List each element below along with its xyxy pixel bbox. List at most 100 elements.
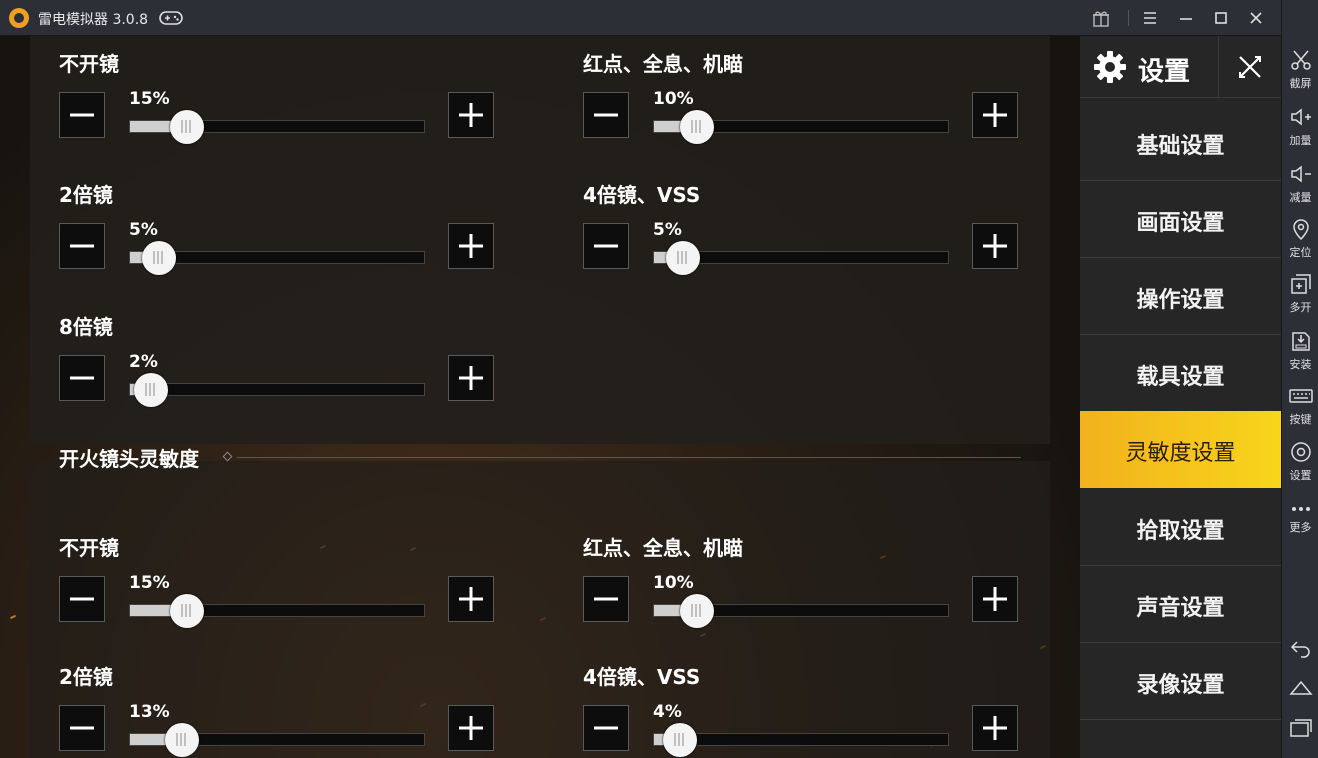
settings-menu-item[interactable]: 载具设置	[1080, 335, 1281, 412]
plus-icon	[983, 103, 1007, 127]
sensitivity-slider[interactable]	[129, 241, 425, 275]
slider-value: 5%	[129, 220, 158, 240]
increase-button[interactable]	[448, 576, 494, 622]
slider-thumb[interactable]	[133, 373, 168, 407]
plus-icon	[459, 366, 483, 390]
slider-value: 10%	[653, 573, 694, 593]
decrease-button[interactable]	[59, 92, 105, 138]
decrease-button[interactable]	[59, 576, 105, 622]
menu-icon[interactable]	[1139, 7, 1161, 29]
settings-menu-label: 灵敏度设置	[1125, 441, 1236, 466]
app-logo-icon	[9, 8, 29, 28]
increase-button[interactable]	[448, 705, 494, 751]
slider-value: 15%	[129, 89, 170, 109]
toolbar-label: 多开	[1289, 301, 1312, 314]
volume-up-button[interactable]: 加量	[1282, 99, 1318, 155]
sensitivity-slider[interactable]	[653, 110, 949, 144]
slider-label: 4倍镜、VSS	[583, 183, 701, 207]
volume-down-button[interactable]: 减量	[1282, 156, 1318, 212]
volume-down-icon	[1291, 165, 1311, 183]
toolbar-label: 安装	[1289, 358, 1312, 371]
close-icon[interactable]	[1245, 7, 1267, 29]
settings-menu-item[interactable]: 画面设置	[1080, 181, 1281, 258]
decrease-button[interactable]	[583, 705, 629, 751]
decrease-button[interactable]	[59, 223, 105, 269]
slider-thumb[interactable]	[680, 110, 715, 144]
sensitivity-slider[interactable]	[653, 594, 949, 628]
slider-label: 2倍镜	[59, 183, 113, 207]
sensitivity-slider[interactable]	[129, 594, 425, 628]
minus-icon	[594, 597, 618, 601]
gear-icon	[1094, 51, 1126, 83]
gamepad-icon[interactable]	[159, 9, 183, 27]
keymapping-button[interactable]: 按键	[1282, 378, 1318, 434]
settings-sidebar: 设置 基础设置 画面设置操作设置载具设置灵敏度设置拾取设置 声音设置 录像设置	[1080, 36, 1281, 758]
settings-icon	[1291, 442, 1311, 462]
increase-button[interactable]	[448, 92, 494, 138]
settings-menu-item[interactable]: 录像设置	[1080, 643, 1281, 720]
minus-icon	[594, 113, 618, 117]
plus-icon	[983, 716, 1007, 740]
plus-icon	[459, 587, 483, 611]
window-title: 雷电模拟器 3.0.8	[38, 12, 149, 28]
screenshot-button[interactable]: 截屏	[1282, 42, 1318, 98]
more-button[interactable]: 更多	[1282, 491, 1318, 547]
increase-button[interactable]	[972, 705, 1018, 751]
decrease-button[interactable]	[583, 576, 629, 622]
settings-menu-label: 操作设置	[1136, 288, 1225, 313]
increase-button[interactable]	[972, 223, 1018, 269]
slider-thumb[interactable]	[680, 594, 715, 628]
home-icon[interactable]	[1289, 676, 1313, 700]
minus-icon	[70, 726, 94, 730]
recent-apps-icon[interactable]	[1289, 716, 1313, 740]
slider-value: 5%	[653, 220, 682, 240]
back-icon[interactable]	[1289, 636, 1313, 660]
settings-menu-item[interactable]: 操作设置	[1080, 258, 1281, 335]
sensitivity-slider[interactable]	[129, 723, 425, 757]
settings-menu-item[interactable]: 声音设置	[1080, 566, 1281, 643]
slider-label: 红点、全息、机瞄	[583, 536, 743, 560]
title-bar: 雷电模拟器 3.0.8	[0, 0, 1318, 36]
slider-label: 2倍镜	[59, 665, 113, 689]
sensitivity-slider[interactable]	[129, 373, 425, 407]
decrease-button[interactable]	[583, 223, 629, 269]
minus-icon	[70, 597, 94, 601]
slider-thumb[interactable]	[170, 110, 205, 144]
volume-up-icon	[1291, 108, 1311, 126]
slider-value: 4%	[653, 702, 682, 722]
sensitivity-slider[interactable]	[653, 723, 949, 757]
settings-menu-item[interactable]: 基础设置	[1080, 104, 1281, 181]
emulator-toolbar: 截屏 加量 减量 定位 多开 安装 按键 设置 更多	[1281, 0, 1318, 758]
increase-button[interactable]	[972, 576, 1018, 622]
toolbar-label: 按键	[1289, 413, 1312, 426]
settings-menu-item[interactable]: 拾取设置	[1080, 489, 1281, 566]
maximize-icon[interactable]	[1210, 7, 1232, 29]
decrease-button[interactable]	[59, 355, 105, 401]
settings-menu-item[interactable]: 灵敏度设置	[1080, 411, 1281, 488]
decrease-button[interactable]	[583, 92, 629, 138]
toolbar-label: 截屏	[1289, 77, 1312, 90]
more-icon	[1292, 507, 1310, 511]
sensitivity-slider[interactable]	[653, 241, 949, 275]
settings-close-button[interactable]	[1218, 36, 1281, 98]
slider-label: 不开镜	[59, 52, 119, 76]
slider-thumb[interactable]	[142, 241, 177, 275]
slider-value: 13%	[129, 702, 170, 722]
slider-thumb[interactable]	[164, 723, 199, 757]
settings-button[interactable]: 设置	[1282, 434, 1318, 490]
decrease-button[interactable]	[59, 705, 105, 751]
increase-button[interactable]	[448, 223, 494, 269]
sensitivity-slider[interactable]	[129, 110, 425, 144]
slider-thumb[interactable]	[666, 241, 701, 275]
settings-title: 设置	[1138, 57, 1191, 87]
title-separator	[1128, 10, 1129, 26]
increase-button[interactable]	[972, 92, 1018, 138]
gift-icon[interactable]	[1090, 7, 1112, 29]
minimize-icon[interactable]	[1175, 7, 1197, 29]
location-button[interactable]: 定位	[1282, 211, 1318, 267]
multi-instance-button[interactable]: 多开	[1282, 266, 1318, 322]
install-apk-button[interactable]: 安装	[1282, 323, 1318, 379]
slider-thumb[interactable]	[663, 723, 698, 757]
slider-thumb[interactable]	[170, 594, 205, 628]
increase-button[interactable]	[448, 355, 494, 401]
